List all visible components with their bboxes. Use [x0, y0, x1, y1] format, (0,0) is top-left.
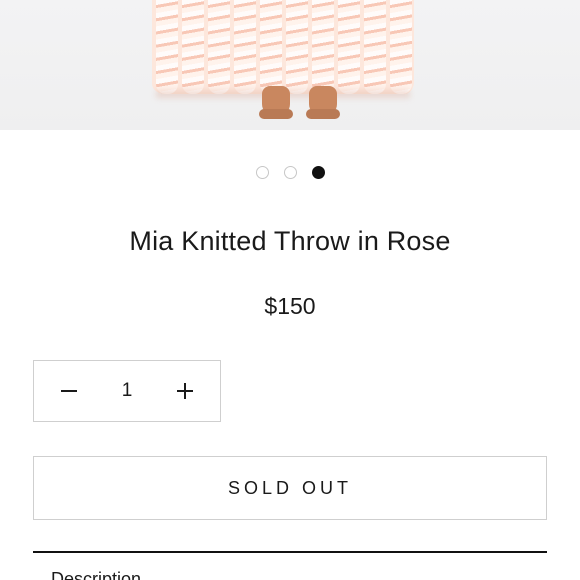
- knit-throw-graphic: [152, 0, 414, 94]
- right-foot: [306, 86, 340, 119]
- gallery-pagination: [0, 166, 580, 179]
- plus-icon[interactable]: [172, 378, 198, 404]
- quantity-stepper: 1: [33, 360, 221, 422]
- quantity-value[interactable]: 1: [122, 380, 133, 402]
- minus-icon[interactable]: [56, 378, 82, 404]
- description-label: Description: [51, 569, 142, 580]
- product-image[interactable]: [0, 0, 580, 130]
- chevron-down-icon[interactable]: [517, 574, 534, 580]
- gallery-dot-2[interactable]: [283, 166, 297, 179]
- description-accordion[interactable]: Description: [33, 553, 547, 580]
- product-price: $150: [264, 293, 316, 319]
- product-title: Mia Knitted Throw in Rose: [129, 226, 451, 256]
- left-foot: [259, 86, 293, 119]
- sold-out-button[interactable]: SOLD OUT: [33, 456, 547, 520]
- gallery-dot-3-active[interactable]: [311, 166, 325, 179]
- gallery-dot-1[interactable]: [255, 166, 269, 179]
